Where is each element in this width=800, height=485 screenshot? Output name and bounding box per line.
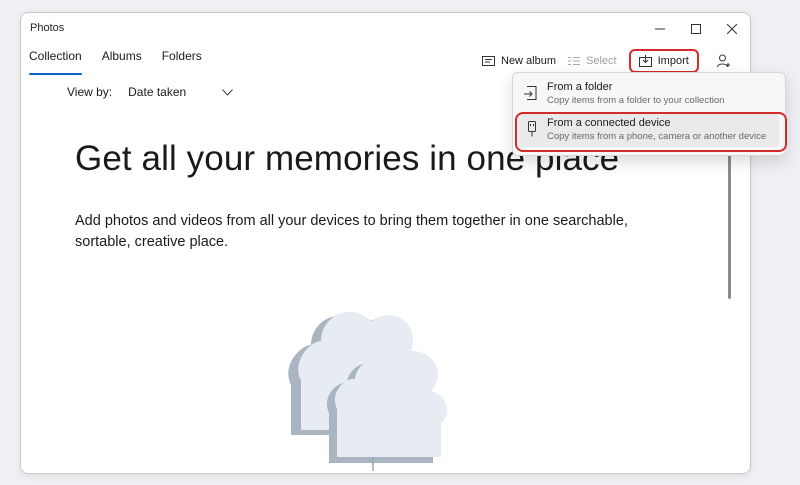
view-by: View by: Date taken [67,85,234,99]
toolbar: New album Select Import [476,49,750,73]
import-button[interactable]: Import [628,49,699,73]
menu-item-description: Copy items from a folder to your collect… [547,95,725,106]
view-by-select[interactable]: Date taken [128,85,234,99]
import-label: Import [657,55,689,67]
view-by-value: Date taken [128,85,187,99]
menu-item-title: From a connected device [547,117,671,129]
minimize-icon [655,28,665,30]
chevron-down-icon [222,88,234,96]
add-person-icon [716,54,730,68]
import-menu: From a folder Copy items from a folder t… [512,72,786,156]
select-button[interactable]: Select [562,50,623,72]
nav-tabs: Collection Albums Folders [29,47,202,77]
maximize-button[interactable] [681,18,711,40]
new-album-label: New album [501,55,557,67]
close-icon [727,24,737,34]
select-label: Select [586,55,617,67]
minimize-button[interactable] [645,18,675,40]
tab-collection[interactable]: Collection [29,47,82,75]
page-description: Add photos and videos from all your devi… [75,213,628,250]
tab-folders[interactable]: Folders [162,47,202,75]
usb-device-icon [528,121,536,137]
menu-item-from-device[interactable]: From a connected device Copy items from … [517,113,779,147]
folder-import-icon [524,86,537,100]
menu-item-from-folder[interactable]: From a folder Copy items from a folder t… [517,77,779,111]
close-button[interactable] [717,18,747,40]
menu-item-title: From a folder [547,81,613,93]
tab-albums[interactable]: Albums [102,47,142,75]
add-person-button[interactable] [711,50,737,72]
maximize-icon [691,24,701,34]
menu-item-description: Copy items from a phone, camera or anoth… [547,131,767,142]
more-options-button[interactable] [745,50,750,72]
title-bar: Photos [21,13,750,43]
view-by-label: View by: [67,85,113,99]
new-album-button[interactable]: New album [476,50,562,72]
scrollbar[interactable] [728,153,731,299]
app-title: Photos [30,22,65,34]
select-icon [568,57,581,65]
new-album-icon [482,56,495,66]
import-icon [638,55,652,67]
cloud-illustration [288,311,447,471]
